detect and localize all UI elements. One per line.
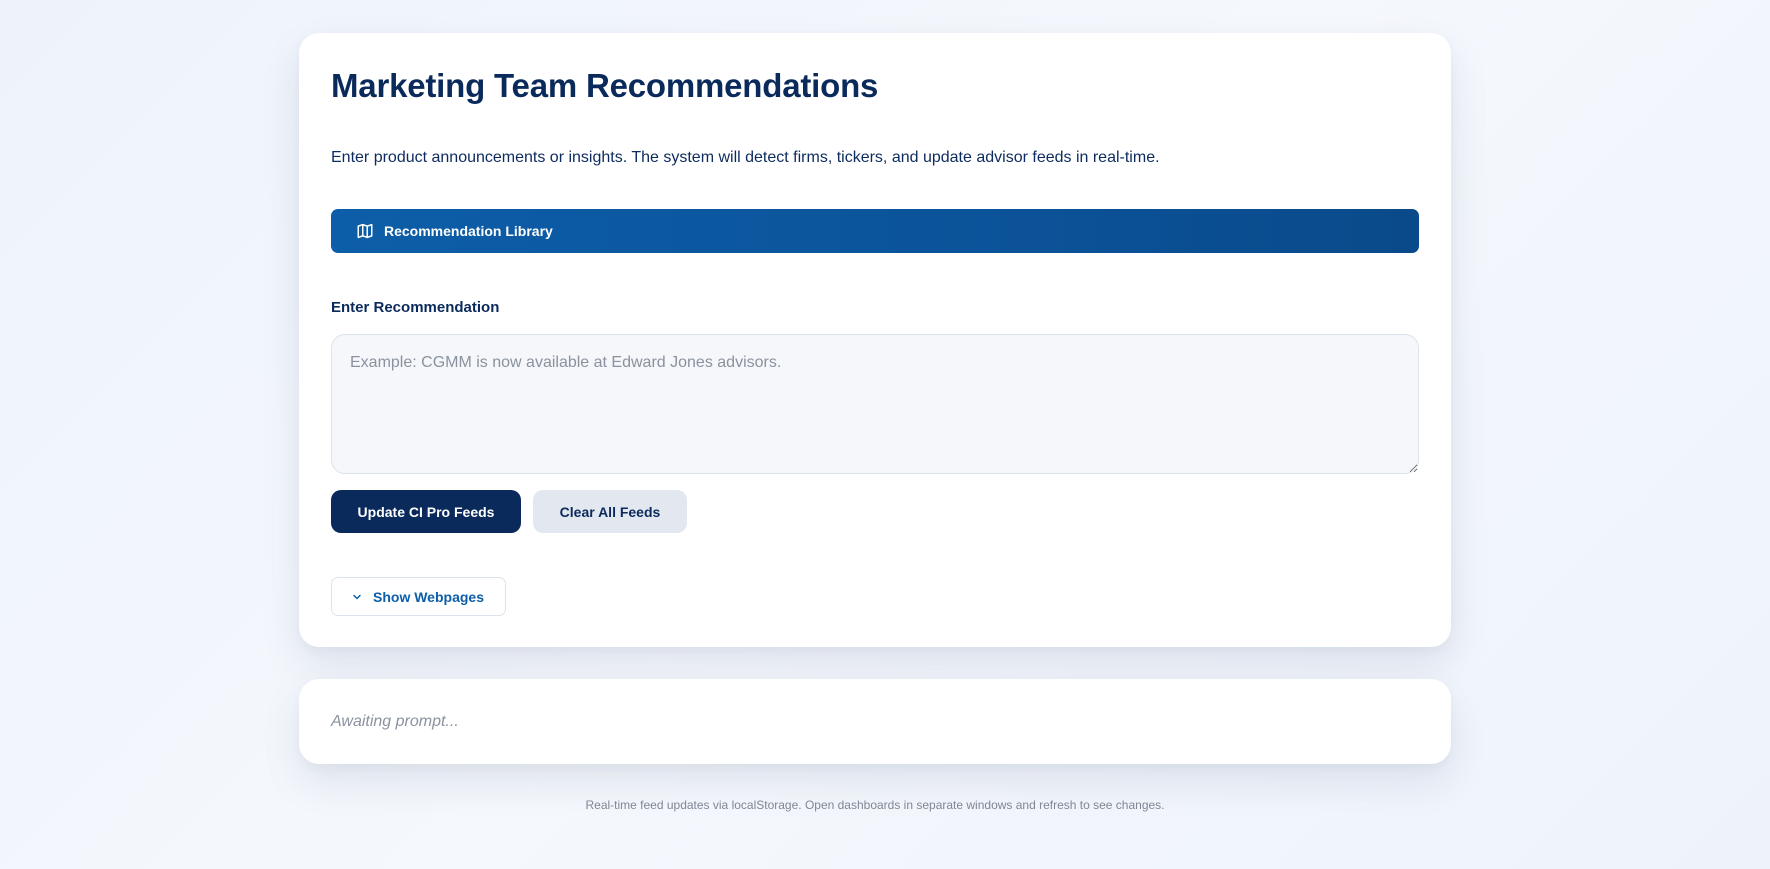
update-feeds-button[interactable]: Update CI Pro Feeds: [331, 490, 521, 533]
recommendations-card: Marketing Team Recommendations Enter pro…: [299, 33, 1451, 647]
status-text: Awaiting prompt...: [331, 713, 459, 730]
page-title: Marketing Team Recommendations: [331, 67, 879, 104]
recommendation-library-label: Recommendation Library: [384, 223, 553, 239]
page-subtitle: Enter product announcements or insights.…: [331, 149, 1160, 166]
show-webpages-toggle[interactable]: Show Webpages: [331, 577, 506, 616]
recommendation-field-label: Enter Recommendation: [331, 299, 500, 316]
book-open-icon: [355, 221, 375, 241]
footer-note: Real-time feed updates via localStorage.…: [585, 798, 1165, 812]
chevron-down-icon: [350, 590, 364, 604]
recommendation-library-button[interactable]: Recommendation Library: [331, 209, 1419, 253]
show-webpages-label: Show Webpages: [373, 588, 484, 605]
clear-feeds-button[interactable]: Clear All Feeds: [533, 490, 687, 533]
recommendation-input[interactable]: [331, 334, 1419, 474]
status-card: Awaiting prompt...: [299, 679, 1451, 764]
